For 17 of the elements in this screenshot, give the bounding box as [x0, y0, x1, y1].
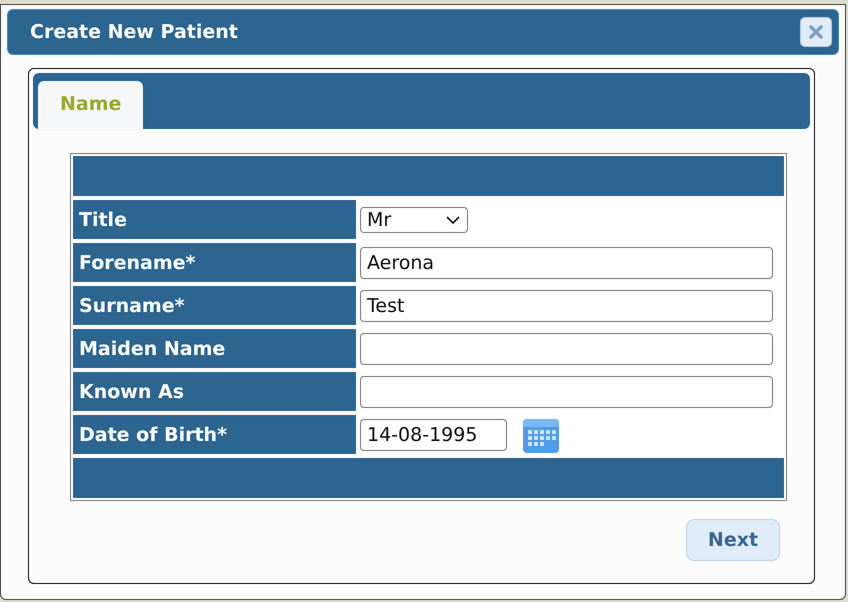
- field-label: Forename*: [73, 243, 356, 282]
- close-icon: [808, 24, 824, 40]
- input-field[interactable]: [360, 376, 773, 408]
- field-label: Title: [73, 200, 356, 239]
- input-field[interactable]: Test: [360, 290, 773, 322]
- next-button[interactable]: Next: [686, 519, 780, 561]
- window-title: Create New Patient: [30, 21, 238, 43]
- field-label: Known As: [73, 372, 356, 411]
- field-label: Date of Birth*: [73, 415, 356, 454]
- field-label: Maiden Name: [73, 329, 356, 368]
- close-button[interactable]: [800, 17, 832, 47]
- title-select[interactable]: Mr: [360, 206, 468, 232]
- input-field[interactable]: [360, 332, 773, 364]
- input-field[interactable]: Aerona: [360, 246, 773, 278]
- chevron-down-icon: [445, 214, 461, 224]
- field-label: Surname*: [73, 286, 356, 325]
- date-field[interactable]: 14-08-1995: [360, 418, 507, 450]
